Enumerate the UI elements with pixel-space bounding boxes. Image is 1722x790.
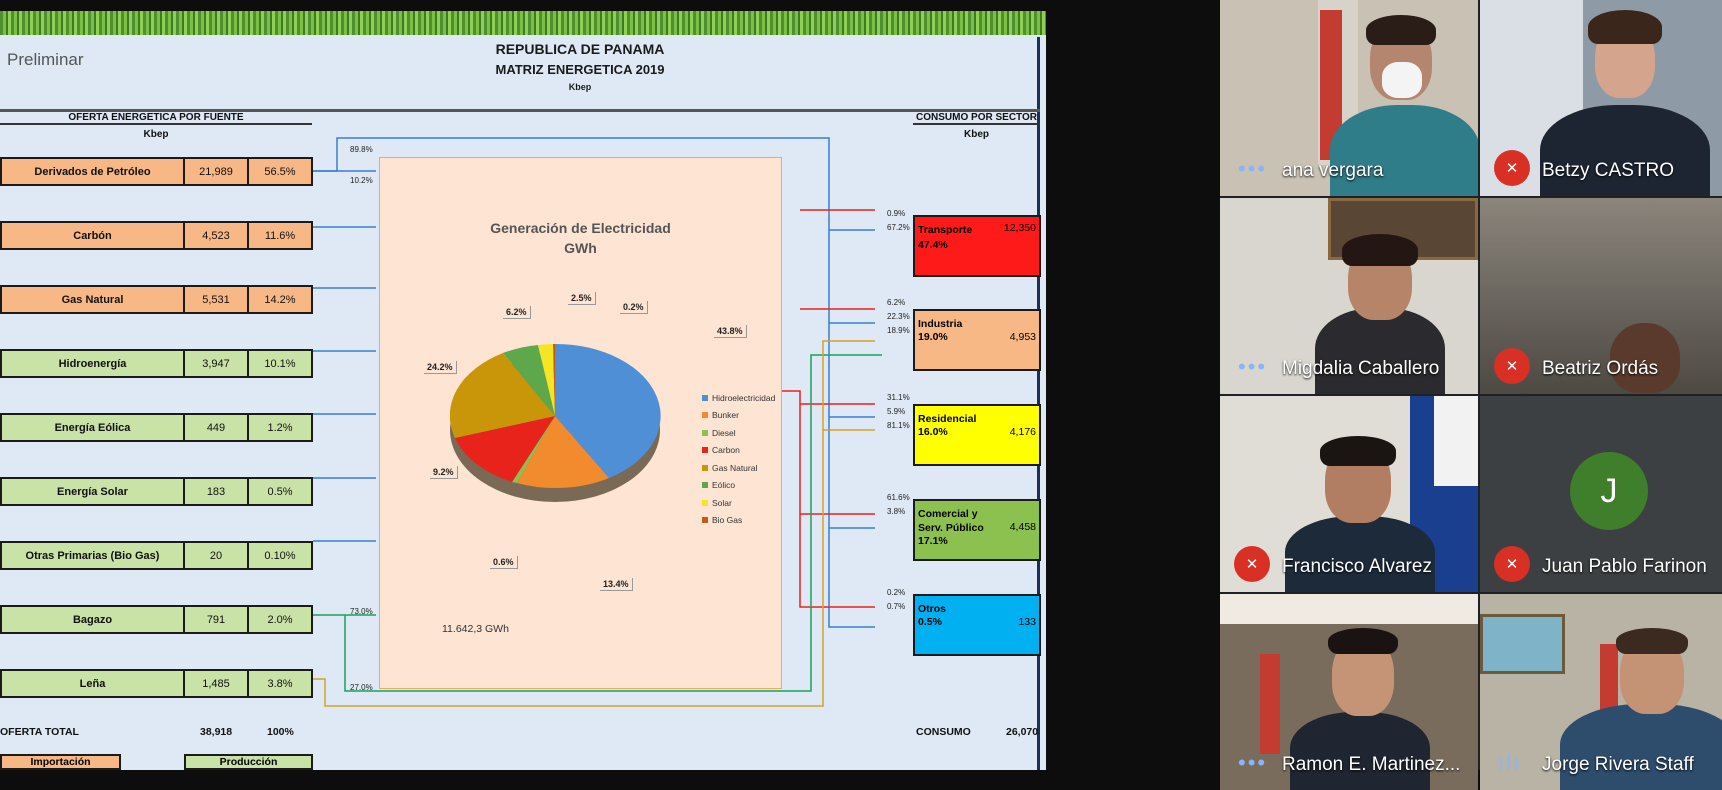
generation-title: Generación de Electricidad [490,220,671,236]
legend-swatch [702,394,708,401]
legend-item: Bunker [702,407,775,425]
sector-name-line: Transporte [918,224,973,236]
sector-name-line: Otros [918,603,947,615]
more-options-icon[interactable]: ••• [1238,750,1267,776]
legend-swatch [702,499,708,506]
importacion-box: Importación [0,754,121,770]
produccion-box: Producción [184,754,313,770]
flow-pct-label: 61.6% [887,493,910,502]
sector-name: Transporte [918,223,972,237]
legend-item: Bio Gas [702,512,775,530]
flow-pct-label: 31.1% [887,393,910,402]
sector-value: 133 [1018,616,1036,628]
flow-pct-label: 6.2% [887,298,906,307]
participant-tile[interactable]: ✕ Francisco Alvarez [1220,396,1478,592]
legend-item: Carbon [702,442,775,460]
legend-swatch [702,482,708,489]
flow-pct-label: 22.3% [887,312,910,321]
participant-tile[interactable]: J ✕ Juan Pablo Farinon [1480,396,1722,592]
legend-label: Bio Gas [712,515,743,526]
sector-name-line: Residencial [918,413,977,425]
participant-tile[interactable]: ✕ Betzy CASTRO [1480,0,1722,196]
flow-pct-label: 67.2% [887,223,910,232]
legend-item: Eólico [702,477,775,495]
avatar: J [1570,452,1648,530]
sector-box: Residencial 16.0% 4,176 [913,404,1041,466]
speaking-indicator-icon: ılı [1498,750,1522,775]
sector-name: Industria [918,317,962,331]
sector-value: 4,953 [1009,331,1036,343]
shared-screen-slide: Preliminar REPUBLICA DE PANAMA MATRIZ EN… [0,11,1046,770]
sector-box: Comercial y Serv. Público 17.1% 4,458 [913,499,1041,561]
legend-swatch [702,464,708,471]
legend-label: Diesel [712,427,736,438]
more-options-icon[interactable]: ••• [1238,156,1267,182]
participant-tile[interactable]: ılı Jorge Rivera Staff [1480,594,1722,790]
participant-tile[interactable]: ••• ana vergara [1220,0,1478,196]
legend-swatch [702,412,708,419]
sector-pct: 0.5% [918,616,942,628]
legend-label: Hidroelectricidad [712,392,776,403]
sector-value: 4,176 [1009,426,1036,438]
flow-pct-label: 5.9% [887,407,906,416]
sector-box: Otros 0.5% 133 [913,594,1041,656]
sector-name-line: Serv. Público [918,522,984,534]
sector-box: Transporte 47.4% 12,350 [913,215,1041,277]
muted-mic-icon: ✕ [1494,348,1530,384]
oferta-total-label: OFERTA TOTAL [0,726,79,738]
participant-gallery: ••• ana vergara ✕ Betzy CASTRO ••• Migda… [1220,0,1722,790]
sector-pct: 17.1% [918,535,948,547]
generation-total: 11.642,3 GWh [442,623,509,635]
muted-mic-icon: ✕ [1494,150,1530,186]
flow-pct-label: 18.9% [887,326,910,335]
legend-label: Bunker [712,410,739,421]
sector-pct: 16.0% [918,426,948,438]
flow-pct-label: 0.9% [887,209,906,218]
legend-label: Carbon [712,445,740,456]
sector-name: Comercial y Serv. Público [918,507,984,535]
generation-unit: GWh [564,240,597,256]
sector-name: Residencial [918,412,976,426]
participant-tile[interactable]: ••• Ramon E. Martinez... [1220,594,1478,790]
legend-swatch [702,447,708,454]
oferta-total-value: 38,918 [200,726,233,738]
generation-pie [450,343,661,502]
consumo-value: 26,070 [1006,726,1039,738]
sector-name-line: Industria [918,318,963,330]
legend-item: Gas Natural [702,459,775,477]
flow-pct-label: 3.8% [887,507,906,516]
flow-pct-label: 0.2% [887,588,906,597]
sector-pct: 47.4% [918,239,948,251]
legend-label: Eólico [712,480,736,491]
muted-mic-icon: ✕ [1494,546,1530,582]
legend-item: Diesel [702,424,775,442]
legend-label: Solar [712,497,732,508]
sector-pct: 19.0% [918,331,948,343]
oferta-total-pct: 100% [267,726,294,738]
consumo-label: CONSUMO [916,726,971,738]
more-options-icon[interactable]: ••• [1238,354,1267,380]
muted-mic-icon: ✕ [1234,546,1270,582]
legend-swatch [702,517,708,524]
sector-box: Industria 19.0% 4,953 [913,309,1041,371]
flow-pct-label: 0.7% [887,602,906,611]
participant-tile[interactable]: ✕ Beatriz Ordás [1480,198,1722,394]
electricity-generation-panel: Generación de Electricidad GWh 43.8% 13.… [379,157,782,689]
sector-value: 4,458 [1009,521,1036,533]
generation-legend: Hidroelectricidad Bunker Diesel Carbon Gas N… [702,389,775,529]
legend-label: Gas Natural [712,462,758,473]
flow-pct-label: 81.1% [887,421,910,430]
sector-name-line: Comercial y [918,508,978,520]
legend-swatch [702,429,708,436]
participant-tile[interactable]: ••• Migdalia Caballero [1220,198,1478,394]
legend-item: Solar [702,494,775,512]
legend-item: Hidroelectricidad [702,389,775,407]
sector-value: 12,350 [1003,222,1036,234]
sector-name: Otros [918,602,946,616]
